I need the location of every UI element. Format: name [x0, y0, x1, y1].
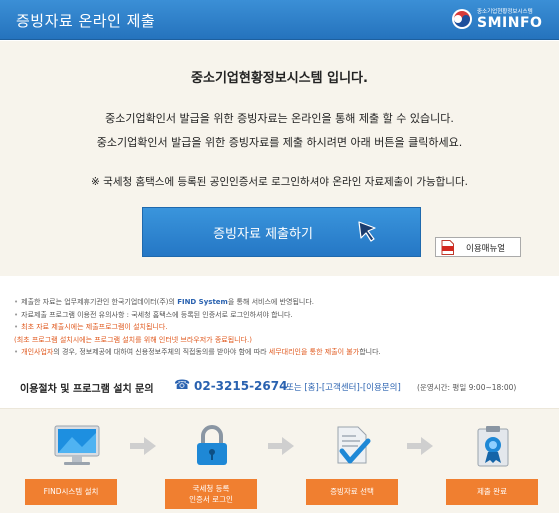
process-steps: FIND시스템 설치 국세청 등록 인증서 로그인 증빙자료 선택 제출 완료 [0, 408, 559, 513]
arrow-right-icon [407, 437, 433, 455]
step-submit-complete[interactable]: 제출 완료 [446, 479, 538, 505]
certificate-notice: ※ 국세청 홈택스에 등록된 공인인증서로 로그인하셔야 온라인 자료제출이 가… [91, 176, 468, 188]
contact-info: 이용절차 및 프로그램 설치 문의 ☎ 02-3215-2674 또는 [홈]-… [20, 378, 550, 396]
step-certificate-login[interactable]: 국세청 등록 인증서 로그인 [165, 479, 257, 509]
intro-panel: 중소기업현황정보시스템 입니다. 중소기업확인서 발급을 위한 증빙자료는 온라… [0, 41, 559, 276]
find-system-text: FIND System [177, 298, 228, 306]
phone-icon: ☎ [174, 378, 191, 393]
sminfo-logo: 중소기업현황정보시스템 SMINFO [451, 6, 547, 34]
lock-icon [197, 425, 227, 465]
logo-wordmark: SMINFO [477, 15, 543, 31]
note-item-precaution: • 자료제출 프로그램 이용전 유의사항 : 국세청 홈택스에 등록된 인증서로 … [14, 310, 293, 319]
arrow-right-icon [268, 437, 294, 455]
customer-center-link[interactable]: 또는 [홈]-[고객센터]-[이용문의] [286, 381, 401, 393]
arrow-right-icon [130, 437, 156, 455]
logo-subtitle: 중소기업현황정보시스템 [477, 9, 533, 15]
document-check-icon [337, 426, 371, 464]
taeguk-emblem-icon [452, 9, 472, 29]
note-text: 제출한 자료는 업무제휴기관인 한국기업데이터(주)의 [21, 298, 178, 306]
intro-line-2: 중소기업확인서 발급을 위한 증빙자료를 제출 하시려면 아래 버튼을 클릭하세… [96, 136, 463, 149]
note-text: 자료제출 프로그램 이용전 유의사항 : 국세청 홈택스에 등록된 인증서로 로… [21, 310, 293, 319]
note-text: 합니다. [359, 348, 381, 357]
note-item-first-install: • 최초 자료 제출시에는 제출프로그램이 설치됩니다. [14, 323, 168, 332]
note-item-sole-proprietor: • 개인사업자의 경우, 정보제공에 대하여 신용정보주체의 직접동의를 받아야 … [14, 348, 381, 357]
cursor-arrow-icon [358, 221, 376, 242]
submit-evidence-button[interactable]: 증빙자료 제출하기 [142, 207, 421, 257]
header-bar: 증빙자료 온라인 제출 중소기업현황정보시스템 SMINFO [0, 0, 559, 40]
note-text: (최초 프로그램 설치시에는 프로그램 설치를 위해 인터넷 브라우저가 종료됩… [14, 335, 253, 344]
pdf-icon [441, 240, 454, 255]
user-manual-label: 이용매뉴얼 [466, 244, 506, 254]
contact-label: 이용절차 및 프로그램 설치 문의 [20, 384, 154, 395]
clipboard-badge-icon [477, 426, 509, 467]
note-item-browser-close: (최초 프로그램 설치시에는 프로그램 설치를 위해 인터넷 브라우저가 종료됩… [14, 334, 554, 347]
note-text: 의 경우, 정보제공에 대하여 신용정보주체의 직접동의를 받아야 함에 따라 [53, 348, 269, 357]
note-text: 세무대리인을 통한 제출이 불가 [268, 348, 360, 357]
page-title: 증빙자료 온라인 제출 [16, 12, 156, 30]
user-manual-button[interactable]: 이용매뉴얼 [435, 237, 521, 257]
phone-number: 02-3215-2674 [194, 379, 288, 393]
note-text: 을 통해 서비스에 반영됩니다. [227, 298, 315, 306]
note-text: 최초 자료 제출시에는 제출프로그램이 설치됩니다. [21, 323, 168, 332]
notice-list: • 제출한 자료는 업무제휴기관인 한국기업데이터(주)의 FIND System… [14, 296, 554, 359]
submit-button-label: 증빙자료 제출하기 [213, 227, 313, 242]
monitor-icon [54, 425, 100, 465]
note-item-find-system: • 제출한 자료는 업무제휴기관인 한국기업데이터(주)의 FIND System… [14, 298, 315, 306]
intro-title: 중소기업현황정보시스템 입니다. [191, 71, 368, 86]
step-install-find-system[interactable]: FIND시스템 설치 [25, 479, 117, 505]
note-text: 개인사업자 [21, 348, 54, 357]
step-select-evidence[interactable]: 증빙자료 선택 [306, 479, 398, 505]
intro-line-1: 중소기업확인서 발급을 위한 증빙자료는 온라인을 통해 제출 할 수 있습니다… [105, 112, 454, 125]
operating-hours: (운영시간: 평일 9:00~18:00) [417, 383, 517, 392]
